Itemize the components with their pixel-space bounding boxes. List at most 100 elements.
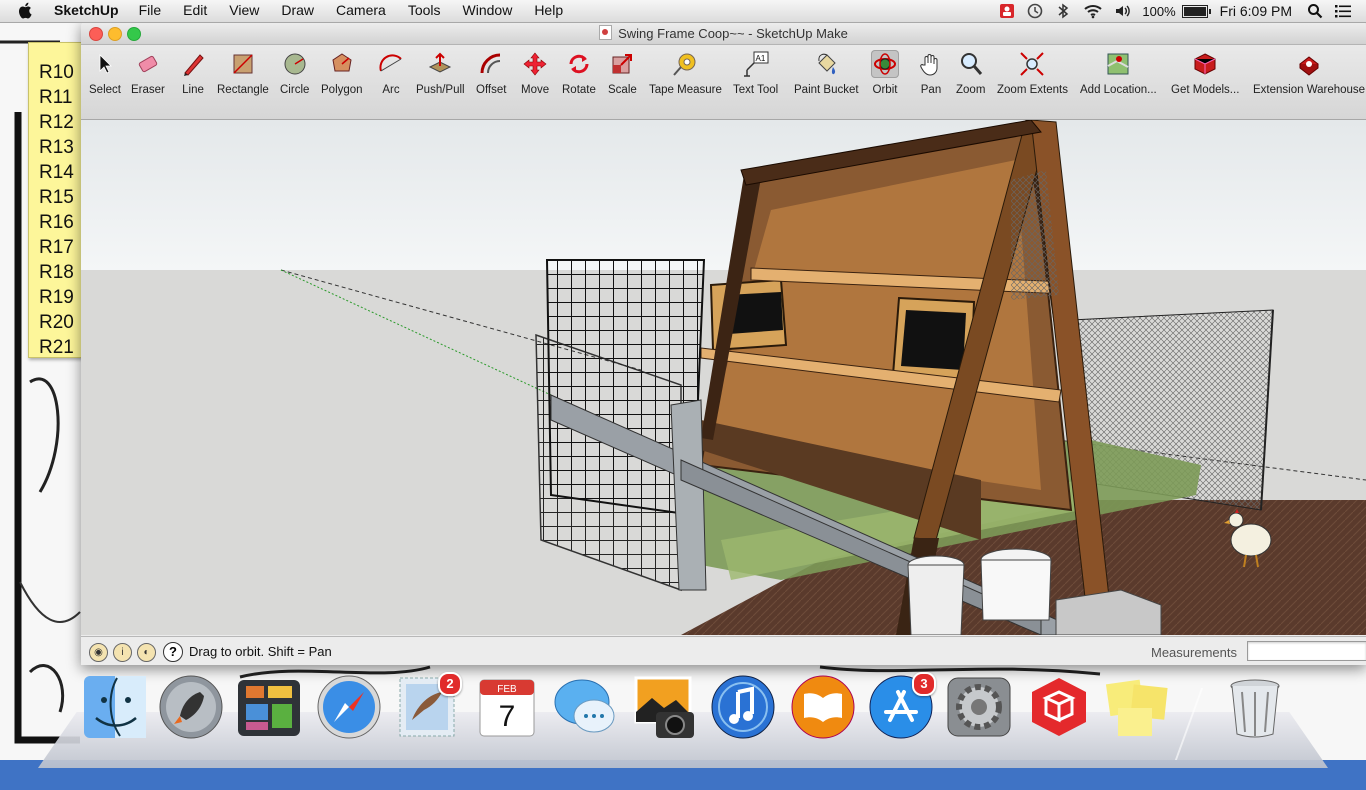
sticky-row: R15 bbox=[39, 187, 74, 208]
get-models-icon bbox=[1191, 50, 1219, 78]
sticky-row: R13 bbox=[39, 137, 74, 158]
status-hint-text: Drag to orbit. Shift = Pan bbox=[189, 644, 332, 659]
sticky-row: R21 bbox=[39, 337, 74, 358]
tool-get-models-button[interactable]: Get Models... bbox=[1171, 50, 1239, 96]
scale-icon bbox=[608, 50, 636, 78]
sketchup-window: Swing Frame Coop~~ - SketchUp Make Selec… bbox=[81, 22, 1366, 665]
tool-label: Select bbox=[89, 84, 121, 96]
time-machine-icon[interactable] bbox=[1026, 3, 1044, 19]
help-icon[interactable]: ? bbox=[163, 642, 183, 662]
tool-offset-button[interactable]: Offset bbox=[476, 50, 506, 96]
menu-draw[interactable]: Draw bbox=[281, 2, 314, 18]
dock-itunes[interactable] bbox=[710, 674, 776, 740]
tool-label: Line bbox=[182, 84, 204, 96]
ibooks-book-icon bbox=[791, 675, 855, 739]
sticky-row: R20 bbox=[39, 312, 74, 333]
tool-label: Paint Bucket bbox=[794, 84, 859, 96]
credits-status-icon[interactable]: i bbox=[113, 643, 132, 662]
apple-logo-icon[interactable] bbox=[18, 2, 34, 19]
tool-paint-bucket-button[interactable]: Paint Bucket bbox=[794, 50, 859, 96]
dock-messages[interactable] bbox=[552, 674, 618, 740]
menu-app-name[interactable]: SketchUp bbox=[54, 2, 119, 18]
dock-system-preferences[interactable] bbox=[946, 674, 1012, 740]
tool-arc-button[interactable]: Arc bbox=[377, 50, 405, 96]
menu-help[interactable]: Help bbox=[534, 2, 563, 18]
tool-label: Push/Pull bbox=[416, 84, 465, 96]
menu-camera[interactable]: Camera bbox=[336, 2, 386, 18]
calendar-day: 7 bbox=[499, 700, 516, 733]
dock-finder[interactable] bbox=[82, 674, 148, 740]
menu-view[interactable]: View bbox=[229, 2, 259, 18]
geolocation-status-icon[interactable]: ◉ bbox=[89, 643, 108, 662]
tool-text-button[interactable]: A1 Text Tool bbox=[733, 50, 778, 96]
notification-red-icon[interactable] bbox=[998, 3, 1016, 19]
notification-center-icon[interactable] bbox=[1334, 3, 1352, 19]
menu-edit[interactable]: Edit bbox=[183, 2, 207, 18]
tool-eraser-button[interactable]: Eraser bbox=[131, 50, 165, 96]
tool-label: Arc bbox=[382, 84, 400, 96]
menu-tools[interactable]: Tools bbox=[408, 2, 441, 18]
tape-measure-icon bbox=[671, 50, 699, 78]
desktop-sticky-note[interactable]: R10 R11 R12 R13 R14 R15 R16 R17 R18 R19 … bbox=[28, 42, 82, 358]
menu-clock[interactable]: Fri 6:09 PM bbox=[1220, 3, 1292, 19]
dock-calendar[interactable]: FEB 7 bbox=[474, 674, 540, 740]
tool-zoom-button[interactable]: Zoom bbox=[956, 50, 985, 96]
dock-mail[interactable]: 2 bbox=[394, 672, 462, 740]
offset-icon bbox=[477, 50, 505, 78]
tool-scale-button[interactable]: Scale bbox=[608, 50, 637, 96]
circle-icon bbox=[281, 50, 309, 78]
dock-sketchup[interactable] bbox=[1026, 674, 1092, 740]
dock-stickies[interactable] bbox=[1104, 674, 1170, 740]
user-status-icon[interactable]: ◐ bbox=[137, 643, 156, 662]
battery-icon[interactable] bbox=[1181, 4, 1211, 18]
dock-mission-control[interactable] bbox=[236, 674, 302, 740]
menu-file[interactable]: File bbox=[139, 2, 162, 18]
volume-icon[interactable] bbox=[1114, 3, 1132, 19]
sketchup-logo-icon bbox=[1032, 678, 1086, 736]
battery-percent: 100% bbox=[1142, 3, 1176, 19]
document-proxy-icon[interactable] bbox=[599, 25, 613, 40]
dock-app-store[interactable]: 3 bbox=[868, 672, 936, 740]
tool-pan-button[interactable]: Pan bbox=[917, 50, 945, 96]
dock-iphoto[interactable] bbox=[632, 674, 698, 740]
dock: 2 FEB 7 3 bbox=[38, 668, 1328, 768]
move-icon bbox=[521, 50, 549, 78]
push-pull-icon bbox=[426, 50, 454, 78]
iphoto-camera-icon bbox=[634, 676, 694, 738]
model-viewport[interactable] bbox=[81, 120, 1366, 635]
measurements-label: Measurements bbox=[1151, 645, 1237, 660]
tool-push-pull-button[interactable]: Push/Pull bbox=[416, 50, 465, 96]
dock-launchpad[interactable] bbox=[158, 674, 224, 740]
window-titlebar[interactable]: Swing Frame Coop~~ - SketchUp Make bbox=[81, 22, 1366, 45]
tool-add-location-button[interactable]: Add Location... bbox=[1080, 50, 1157, 96]
tool-tape-measure-button[interactable]: Tape Measure bbox=[649, 50, 722, 96]
messages-bubble-icon bbox=[554, 679, 615, 733]
sticky-row: R11 bbox=[39, 87, 73, 108]
bluetooth-icon[interactable] bbox=[1054, 3, 1072, 19]
tool-orbit-button[interactable]: Orbit bbox=[871, 50, 899, 96]
menu-window[interactable]: Window bbox=[463, 2, 513, 18]
tool-rotate-button[interactable]: Rotate bbox=[562, 50, 596, 96]
tool-polygon-button[interactable]: Polygon bbox=[321, 50, 363, 96]
tool-zoom-extents-button[interactable]: Zoom Extents bbox=[997, 50, 1068, 96]
spotlight-search-icon[interactable] bbox=[1306, 3, 1324, 19]
tool-circle-button[interactable]: Circle bbox=[280, 50, 309, 96]
sticky-row: R10 bbox=[39, 62, 74, 83]
tool-line-button[interactable]: Line bbox=[179, 50, 207, 96]
dock-trash[interactable] bbox=[1222, 674, 1288, 740]
rectangle-icon bbox=[229, 50, 257, 78]
tool-label: Get Models... bbox=[1171, 84, 1240, 96]
tool-select-button[interactable]: Select bbox=[89, 50, 121, 96]
dock-ibooks[interactable] bbox=[790, 674, 856, 740]
safari-compass-icon bbox=[317, 675, 381, 739]
measurements-input[interactable] bbox=[1247, 641, 1366, 661]
tool-label: Eraser bbox=[131, 84, 165, 96]
tool-label: Offset bbox=[476, 84, 507, 96]
dock-safari[interactable] bbox=[316, 674, 382, 740]
tool-rectangle-button[interactable]: Rectangle bbox=[217, 50, 269, 96]
tool-label: Zoom Extents bbox=[997, 84, 1068, 96]
tool-move-button[interactable]: Move bbox=[521, 50, 549, 96]
wifi-icon[interactable] bbox=[1082, 3, 1104, 19]
mission-control-icon bbox=[238, 680, 300, 736]
tool-extension-warehouse-button[interactable]: Extension Warehouse bbox=[1253, 50, 1365, 96]
